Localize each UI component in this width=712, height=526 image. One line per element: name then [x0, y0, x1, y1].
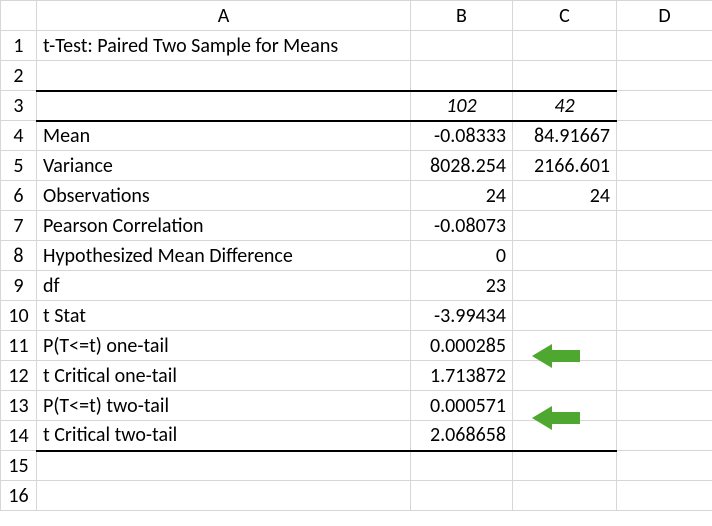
- spreadsheet: A B C D 1 t-Test: Paired Two Sample for …: [0, 0, 712, 526]
- column-header-row: A B C D: [1, 1, 712, 31]
- cell-B12[interactable]: 1.713872: [411, 361, 513, 391]
- row-header-1[interactable]: 1: [1, 31, 37, 61]
- row-header-16[interactable]: 16: [1, 481, 37, 511]
- cell-C1[interactable]: [513, 31, 617, 61]
- row-header-9[interactable]: 9: [1, 271, 37, 301]
- row-header-14[interactable]: 14: [1, 421, 37, 451]
- cell-B5[interactable]: 8028.254: [411, 151, 513, 181]
- cell-C6[interactable]: 24: [513, 181, 617, 211]
- cell-D2[interactable]: [617, 61, 712, 91]
- cell-A15[interactable]: [37, 451, 411, 481]
- row-header-3[interactable]: 3: [1, 91, 37, 121]
- cell-A3[interactable]: [37, 91, 411, 121]
- cell-C4[interactable]: 84.91667: [513, 121, 617, 151]
- cell-D13[interactable]: [617, 391, 712, 421]
- col-header-A[interactable]: A: [37, 1, 411, 31]
- cell-B6[interactable]: 24: [411, 181, 513, 211]
- cell-D1[interactable]: [617, 31, 712, 61]
- cell-B16[interactable]: [411, 481, 513, 511]
- cell-B1[interactable]: [411, 31, 513, 61]
- cell-D16[interactable]: [617, 481, 712, 511]
- col-header-B[interactable]: B: [411, 1, 513, 31]
- row-header-10[interactable]: 10: [1, 301, 37, 331]
- cell-D6[interactable]: [617, 181, 712, 211]
- cell-A13[interactable]: P(T<=t) two-tail: [37, 391, 411, 421]
- cell-B4[interactable]: -0.08333: [411, 121, 513, 151]
- cell-A12[interactable]: t Critical one-tail: [37, 361, 411, 391]
- title-text: t-Test: Paired Two Sample for Means: [37, 31, 410, 60]
- cell-A7[interactable]: Pearson Correlation: [37, 211, 411, 241]
- cell-A16[interactable]: [37, 481, 411, 511]
- cell-C15[interactable]: [513, 451, 617, 481]
- row-header-4[interactable]: 4: [1, 121, 37, 151]
- cell-D11[interactable]: [617, 331, 712, 361]
- col-header-D[interactable]: D: [617, 1, 712, 31]
- cell-C16[interactable]: [513, 481, 617, 511]
- cell-C14[interactable]: [513, 421, 617, 451]
- cell-D15[interactable]: [617, 451, 712, 481]
- cell-A4[interactable]: Mean: [37, 121, 411, 151]
- cell-B2[interactable]: [411, 61, 513, 91]
- cell-B9[interactable]: 23: [411, 271, 513, 301]
- cell-C9[interactable]: [513, 271, 617, 301]
- cell-A8[interactable]: Hypothesized Mean Difference: [37, 241, 411, 271]
- cell-D12[interactable]: [617, 361, 712, 391]
- cell-C8[interactable]: [513, 241, 617, 271]
- row-header-13[interactable]: 13: [1, 391, 37, 421]
- cell-D3[interactable]: [617, 91, 712, 121]
- cell-C3[interactable]: 42: [513, 91, 617, 121]
- cell-B15[interactable]: [411, 451, 513, 481]
- cell-C2[interactable]: [513, 61, 617, 91]
- cell-C13[interactable]: [513, 391, 617, 421]
- cell-A11[interactable]: P(T<=t) one-tail: [37, 331, 411, 361]
- cell-B13[interactable]: 0.000571: [411, 391, 513, 421]
- cell-A14[interactable]: t Critical two-tail: [37, 421, 411, 451]
- cell-D14[interactable]: [617, 421, 712, 451]
- row-header-15[interactable]: 15: [1, 451, 37, 481]
- cell-D5[interactable]: [617, 151, 712, 181]
- cell-C11[interactable]: [513, 331, 617, 361]
- row-header-12[interactable]: 12: [1, 361, 37, 391]
- cell-B10[interactable]: -3.99434: [411, 301, 513, 331]
- cell-C10[interactable]: [513, 301, 617, 331]
- cell-D7[interactable]: [617, 211, 712, 241]
- cell-A9[interactable]: df: [37, 271, 411, 301]
- cell-B11[interactable]: 0.000285: [411, 331, 513, 361]
- cell-B3[interactable]: 102: [411, 91, 513, 121]
- cell-A5[interactable]: Variance: [37, 151, 411, 181]
- row-header-8[interactable]: 8: [1, 241, 37, 271]
- row-header-11[interactable]: 11: [1, 331, 37, 361]
- col-header-C[interactable]: C: [513, 1, 617, 31]
- cell-B7[interactable]: -0.08073: [411, 211, 513, 241]
- cell-D4[interactable]: [617, 121, 712, 151]
- row-header-6[interactable]: 6: [1, 181, 37, 211]
- cell-B14[interactable]: 2.068658: [411, 421, 513, 451]
- cell-D10[interactable]: [617, 301, 712, 331]
- cell-D9[interactable]: [617, 271, 712, 301]
- row-header-7[interactable]: 7: [1, 211, 37, 241]
- cell-C12[interactable]: [513, 361, 617, 391]
- select-all-corner[interactable]: [1, 1, 37, 31]
- grid[interactable]: A B C D 1 t-Test: Paired Two Sample for …: [0, 0, 712, 511]
- cell-A1[interactable]: t-Test: Paired Two Sample for Means: [37, 31, 411, 61]
- row-header-2[interactable]: 2: [1, 61, 37, 91]
- cell-C7[interactable]: [513, 211, 617, 241]
- cell-C5[interactable]: 2166.601: [513, 151, 617, 181]
- cell-A2[interactable]: [37, 61, 411, 91]
- cell-B8[interactable]: 0: [411, 241, 513, 271]
- cell-A6[interactable]: Observations: [37, 181, 411, 211]
- cell-D8[interactable]: [617, 241, 712, 271]
- row-header-5[interactable]: 5: [1, 151, 37, 181]
- cell-A10[interactable]: t Stat: [37, 301, 411, 331]
